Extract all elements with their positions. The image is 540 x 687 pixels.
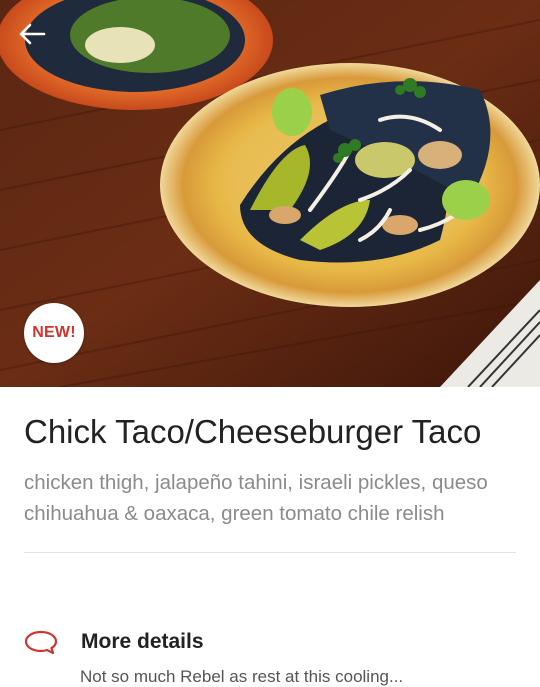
- details-preview-text: Not so much Rebel as rest at this coolin…: [80, 667, 404, 686]
- hero-image: NEW!: [0, 0, 540, 387]
- new-badge: NEW!: [24, 303, 84, 363]
- new-badge-label: NEW!: [32, 324, 76, 341]
- arrow-left-icon: [19, 23, 46, 45]
- back-button[interactable]: [18, 22, 54, 56]
- section-divider: [24, 552, 516, 553]
- item-content: Chick Taco/Cheeseburger Taco chicken thi…: [24, 387, 516, 553]
- item-description: chicken thigh, jalapeño tahini, israeli …: [24, 471, 488, 525]
- item-title: Chick Taco/Cheeseburger Taco: [24, 413, 482, 450]
- more-details-label: More details: [81, 630, 204, 653]
- speech-bubble-icon: [24, 630, 58, 654]
- more-details-button[interactable]: More details: [24, 630, 204, 654]
